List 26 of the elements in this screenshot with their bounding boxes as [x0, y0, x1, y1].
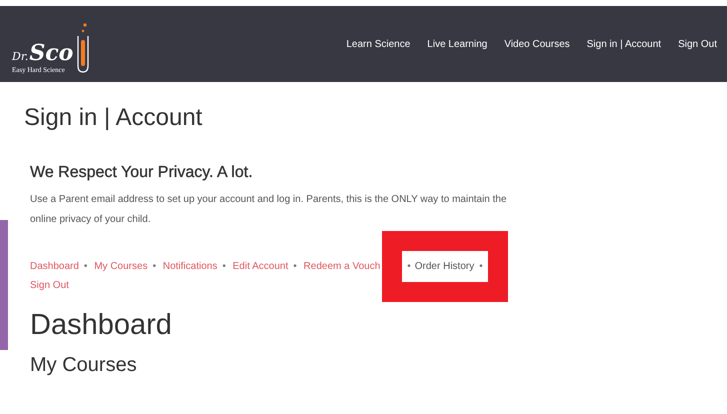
account-link[interactable]: Dashboard — [30, 261, 79, 272]
nav-link[interactable]: Live Learning — [427, 38, 488, 50]
separator-dot: • — [407, 261, 411, 272]
nav-link[interactable]: Learn Science — [346, 38, 410, 50]
account-link[interactable]: Sign Out — [30, 280, 69, 291]
account-link[interactable]: Notifications — [162, 261, 218, 272]
separator-dot: • — [479, 261, 483, 272]
account-link[interactable]: Redeem a Vouch — [304, 261, 380, 272]
section-heading: Dashboard — [30, 309, 173, 342]
account-link[interactable]: Order History — [414, 261, 474, 272]
account-link[interactable]: My Courses — [94, 261, 148, 272]
logo-script: Dr. — [12, 50, 28, 63]
separator-dot: • — [222, 261, 226, 272]
separator-dot: • — [84, 261, 88, 272]
page-title: Sign in | Account — [23, 103, 204, 132]
subsection-heading: My Courses — [30, 354, 138, 377]
nav-link[interactable]: Sign in | Account — [586, 38, 662, 50]
nav-link[interactable]: Video Courses — [504, 38, 570, 50]
privacy-heading: We Respect Your Privacy. A lot. — [30, 164, 254, 182]
separator-dot: • — [293, 261, 297, 272]
logo-name: Sco — [29, 40, 74, 66]
account-link[interactable]: Edit Account — [232, 261, 288, 272]
privacy-text: Use a Parent email address to set up your account and log in. Parents, this is the ONLY way to maintain the online privacy of your child. — [30, 193, 508, 227]
separator-dot: • — [152, 261, 156, 272]
nav-link[interactable]: Sign Out — [678, 38, 717, 50]
test-tube-icon — [75, 22, 92, 74]
